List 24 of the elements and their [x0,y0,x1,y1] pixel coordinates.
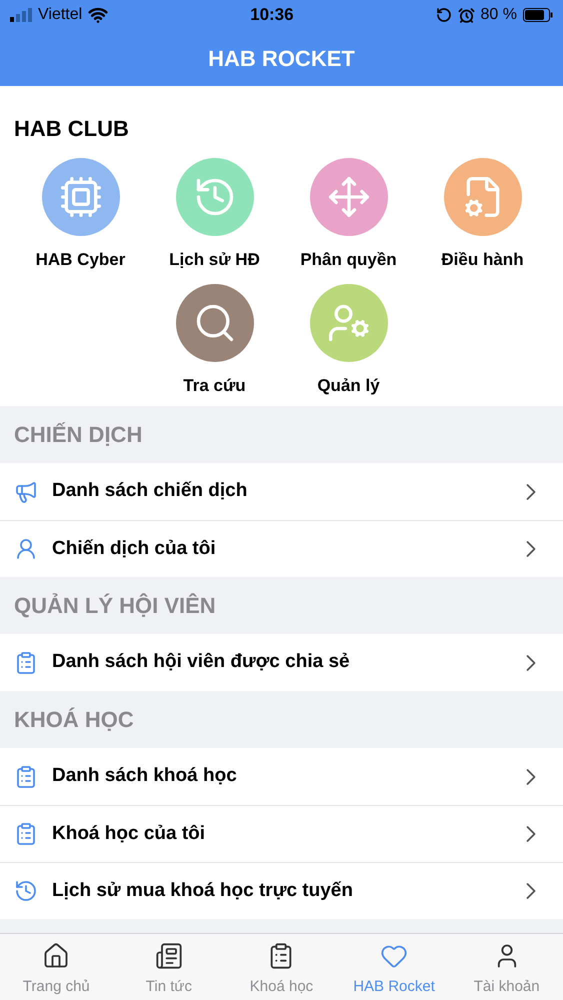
megaphone-icon [14,480,38,504]
battery-icon [522,8,553,22]
shortcut-item[interactable]: HAB Cyber [14,158,148,270]
user-icon [14,537,38,561]
newspaper-icon [154,942,183,970]
section-title: HAB CLUB [13,116,130,142]
shortcut-item[interactable]: Tra cứu [148,284,282,396]
history-icon [14,879,38,903]
section-header: KHOÁ HỌC [14,706,134,734]
page-title: HAB ROCKET [208,44,355,72]
battery-percent: 80 % [480,5,517,25]
section-header: QUẢN LÝ HỘI VIÊN [14,592,216,620]
signal-icon [10,8,32,22]
section-header: CHIẾN DỊCH [14,421,142,449]
carrier-name: Viettel [38,5,82,25]
alarm-icon [458,6,475,24]
clipboard-icon [14,764,38,788]
wifi-icon [88,5,108,25]
shortcut-item[interactable]: Phân quyền [282,158,416,270]
home-icon [42,942,70,970]
shortcut-item[interactable]: Điều hành [416,158,550,270]
shortcut-item[interactable]: Quản lý [282,284,416,396]
clock-time: 10:36 [250,4,294,26]
shortcut-item[interactable]: Lịch sử HĐ [148,158,282,270]
